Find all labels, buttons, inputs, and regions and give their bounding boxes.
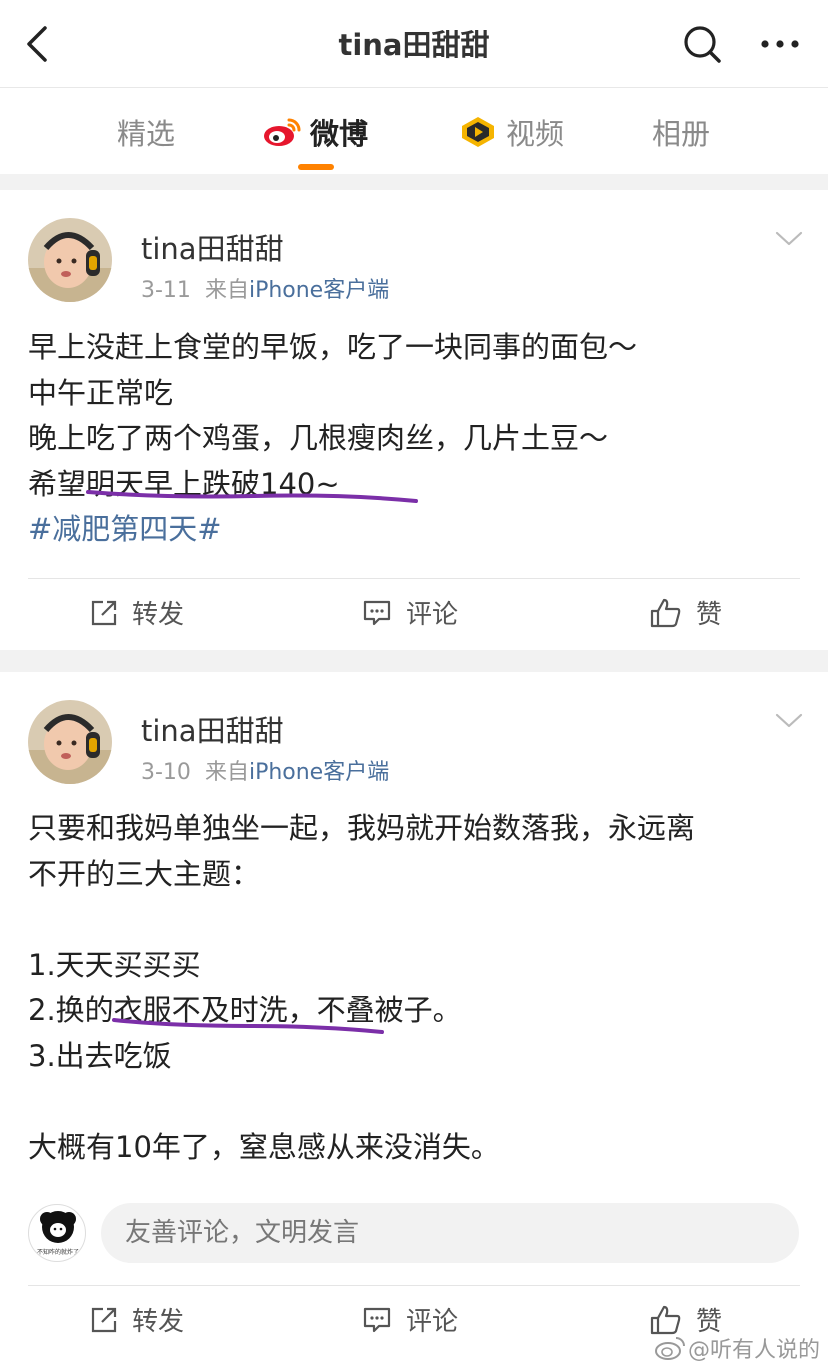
- comment-button[interactable]: 评论: [362, 1301, 458, 1338]
- tab-label: 精选: [117, 117, 176, 151]
- post-line: 不开的三大主题：: [28, 856, 261, 891]
- search-button[interactable]: [680, 22, 724, 66]
- like-label: 赞: [696, 600, 723, 630]
- weibo-watermark-icon: [655, 1337, 685, 1360]
- search-icon: [684, 26, 721, 63]
- baby-avatar-icon: [28, 700, 112, 784]
- avatar-caption: 不知咋的就炸了: [37, 1248, 79, 1256]
- post-line: 只要和我妈单独坐一起，我妈就开始数落我，永远离: [28, 811, 696, 845]
- post-meta: 3-11 来自iPhone客户端: [141, 272, 389, 304]
- commenter-avatar[interactable]: 不知咋的就炸了: [28, 1204, 86, 1262]
- video-badge-icon: [462, 117, 494, 147]
- thumbs-up-icon: [650, 598, 681, 627]
- post-line: 早上没赶上食堂的早饭，吃了一块同事的面包～: [28, 330, 638, 364]
- post-body: 早上没赶上食堂的早饭，吃了一块同事的面包～ 中午正常吃 晚上吃了两个鸡蛋，几根瘦…: [28, 325, 808, 553]
- thumbs-up-icon: [650, 1305, 681, 1334]
- repost-button[interactable]: 转发: [90, 594, 184, 631]
- watermark: @听有人说的: [654, 1332, 820, 1364]
- share-icon: [91, 1307, 117, 1332]
- repost-label: 转发: [132, 1307, 185, 1337]
- post-card: tina田甜甜 3-10 来自iPhone客户端 只要和我妈单独坐一起，我妈就开…: [0, 672, 828, 1367]
- post-date: 3-10: [141, 760, 191, 785]
- tab-album[interactable]: 相册: [652, 110, 710, 154]
- divider: [28, 1285, 800, 1286]
- comment-icon: [363, 600, 391, 625]
- post-line: [28, 1079, 808, 1125]
- tab-featured[interactable]: 精选: [117, 110, 175, 154]
- avatar[interactable]: [28, 218, 112, 302]
- tab-weibo[interactable]: 微博: [262, 110, 368, 154]
- post-line: 中午正常吃: [28, 375, 174, 410]
- post-line: 1.天天买买买: [28, 947, 201, 982]
- post-line: [28, 897, 808, 943]
- weibo-logo-icon: [264, 118, 301, 146]
- watermark-text: @听有人说的: [688, 1338, 821, 1363]
- post-line: 2.换的衣服不及时洗，不叠被子。: [28, 993, 462, 1027]
- tab-video[interactable]: 视频: [458, 110, 564, 154]
- post-body: 只要和我妈单独坐一起，我妈就开始数落我，永远离 不开的三大主题： 1.天天买买买…: [28, 806, 808, 1170]
- post-card: tina田甜甜 3-11 来自iPhone客户端 早上没赶上食堂的早饭，吃了一块…: [0, 190, 828, 650]
- username[interactable]: tina田甜甜: [141, 708, 284, 750]
- hashtag-link[interactable]: #减肥第四天#: [28, 507, 808, 553]
- source-prefix: 来自: [204, 760, 249, 785]
- cartoon-avatar-icon: 不知咋的就炸了: [37, 1211, 79, 1256]
- comment-label: 评论: [406, 1307, 459, 1337]
- comment-label: 评论: [406, 600, 459, 630]
- comment-input[interactable]: 友善评论，文明发言: [101, 1203, 799, 1263]
- nav-bar: tina田甜甜: [0, 0, 828, 88]
- post-line: 大概有10年了，窒息感从来没消失。: [28, 1129, 500, 1164]
- active-tab-indicator: [298, 164, 334, 170]
- avatar[interactable]: [28, 700, 112, 784]
- tab-label: 微博: [310, 117, 369, 151]
- tab-bar: 精选 微博 视频 相册: [0, 88, 828, 174]
- post-line: 希望明天早上跌破140~: [28, 466, 340, 501]
- chevron-down-icon[interactable]: [774, 230, 804, 248]
- repost-button[interactable]: 转发: [90, 1301, 184, 1338]
- divider: [28, 578, 800, 579]
- chevron-down-icon[interactable]: [774, 712, 804, 730]
- post-line: 晚上吃了两个鸡蛋，几根瘦肉丝，几片土豆～: [28, 421, 609, 455]
- more-dots-icon: [761, 40, 799, 48]
- source-link[interactable]: iPhone客户端: [249, 278, 389, 303]
- username[interactable]: tina田甜甜: [141, 226, 284, 268]
- comment-button[interactable]: 评论: [362, 594, 458, 631]
- comment-icon: [363, 1307, 391, 1332]
- like-button[interactable]: 赞: [650, 594, 722, 631]
- source-link[interactable]: iPhone客户端: [249, 760, 389, 785]
- post-line: 3.出去吃饭: [28, 1038, 172, 1073]
- repost-label: 转发: [132, 600, 185, 630]
- source-prefix: 来自: [204, 278, 249, 303]
- share-icon: [91, 600, 117, 625]
- tab-label: 视频: [506, 117, 565, 151]
- post-date: 3-11: [141, 278, 191, 303]
- tab-label: 相册: [652, 117, 711, 151]
- more-button[interactable]: [756, 22, 804, 66]
- post-meta: 3-10 来自iPhone客户端: [141, 754, 389, 786]
- baby-avatar-icon: [28, 218, 112, 302]
